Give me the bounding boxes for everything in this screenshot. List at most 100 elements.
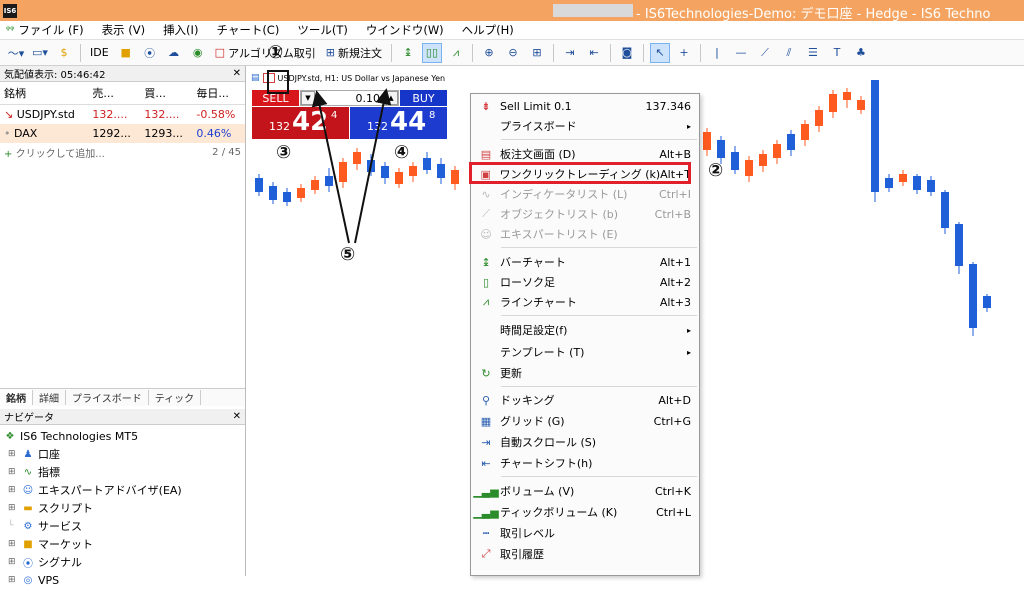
add-symbol-row[interactable]: + クリックして追加... 2 / 45 [0,143,245,162]
menu-item-price-board[interactable]: プライスボード ▸ [471,116,699,136]
text-icon[interactable]: T [827,43,847,63]
menu-item-trade-levels[interactable]: ┅ 取引レベル [471,523,699,543]
menu-item-grid[interactable]: ▦ グリッド (G) Ctrl+G [471,411,699,431]
chart-type-icon[interactable]: 〜▾ [6,43,26,63]
grid-icon[interactable]: ⊞ [527,43,547,63]
menu-item-autoscroll[interactable]: ⇥ 自動スクロール (S) [471,432,699,452]
fibonacci-icon[interactable]: ☰ [803,43,823,63]
navigator-item-vps[interactable]: ⊞ ◎ VPS [0,571,245,589]
column-header[interactable]: 売... [88,82,141,105]
ide-button[interactable]: IDE [87,43,112,63]
menu-item-chart-shift[interactable]: ⇤ チャートシフト(h) [471,453,699,473]
candle-chart-icon[interactable]: ▯▯ [421,42,442,63]
menu-item-timeframes[interactable]: 時間足設定(f) ▸ [471,320,699,340]
menu-item-object-list[interactable]: ⟋ オブジェクトリスト (b) Ctrl+B [471,204,699,224]
zoom-in-icon[interactable]: ⊕ [479,43,499,63]
menu-item-indicator-list[interactable]: ∿ インディケータリスト (L) Ctrl+I [471,184,699,204]
bar-chart-icon[interactable]: ↨ [398,43,418,63]
expand-icon[interactable]: ⊞ [8,449,18,459]
menu-help[interactable]: ヘルプ(H) [453,22,523,38]
menu-file[interactable]: ᵠᵠ ファイル (F) [4,22,93,38]
cloud-icon[interactable]: ☁ [164,43,184,63]
expand-icon[interactable]: ⊞ [8,539,18,549]
vertical-line-icon[interactable]: | [707,43,727,63]
new-chart-icon[interactable]: ▭▾ [30,43,50,63]
menu-tools[interactable]: ツール(T) [288,22,357,38]
candle [423,152,431,174]
navigator-item-services[interactable]: └ ⚙ サービス [0,517,245,535]
crosshair-icon[interactable]: + [674,43,694,63]
buy-button[interactable]: BUY [400,90,447,106]
menu-item-candlestick[interactable]: ▯ ローソク足 Alt+2 [471,272,699,292]
sell-price-button[interactable]: 132 42 4 [252,107,349,139]
menu-window[interactable]: ウインドウ(W) [357,22,453,38]
navigator-item-market[interactable]: ⊞ ■ マーケット [0,535,245,553]
new-order-button[interactable]: ⊞ 新規注文 [323,43,385,63]
down-arrow-icon: ↘ [4,107,14,121]
close-icon[interactable]: ✕ [233,68,241,79]
cursor-icon[interactable]: ↖ [649,42,670,63]
autoscroll-icon[interactable]: ⇥ [560,43,580,63]
menu-chart[interactable]: チャート(C) [207,22,288,38]
symbol-cell[interactable]: • DAX [0,124,88,143]
chart-shift-icon[interactable]: ⇤ [584,43,604,63]
candle-body [255,178,263,192]
menu-item-expert-list[interactable]: ☺ エキスパートリスト (E) [471,224,699,244]
navigator-item-accounts[interactable]: ⊞ ♟ 口座 [0,445,245,463]
table-row[interactable]: ↘ USDJPY.std 132.... 132.... -0.58% [0,105,245,124]
volume-up-icon[interactable]: ▲ [384,91,398,105]
shapes-icon[interactable]: ♣ [851,43,871,63]
column-header[interactable]: 銘柄 [0,82,89,105]
menu-item-docking[interactable]: ⚲ ドッキング Alt+D [471,390,699,410]
menu-item-sell-limit[interactable]: ⇟ Sell Limit 0.1 137.346 [471,96,699,116]
navigator-item-experts[interactable]: ⊞ ☺ エキスパートアドバイザ(EA) [0,481,245,499]
menu-item-depth-of-market[interactable]: ▤ 板注文画面 (D) Alt+B [471,144,699,164]
buy-price-button[interactable]: 132 44 8 [350,107,447,139]
tab-price-board[interactable]: プライスボード [66,390,149,405]
menu-item-tick-volume[interactable]: ▁▃▅ ティックボリューム (K) Ctrl+L [471,502,699,522]
menu-item-bar-chart[interactable]: ↨ バーチャート Alt+1 [471,252,699,272]
column-header[interactable]: 買... [140,82,193,105]
plus-icon: + [4,148,13,160]
channel-icon[interactable]: ⫽ [779,43,799,63]
screenshot-icon[interactable]: ◙ [617,43,637,63]
candle [843,88,851,108]
lock-icon[interactable]: ■ [116,43,136,63]
market-icon[interactable]: $ [54,43,74,63]
menu-item-template[interactable]: テンプレート (T) ▸ [471,342,699,362]
volume-stepper[interactable]: ▼ 0.10 ▲ [300,90,399,106]
menu-item-line-chart[interactable]: ⩘ ラインチャート Alt+3 [471,292,699,312]
zoom-out-icon[interactable]: ⊖ [503,43,523,63]
expand-icon[interactable]: ⊞ [8,485,18,495]
close-icon[interactable]: ✕ [233,411,241,422]
algo-trading-button[interactable]: □ アルゴリズム取引 [212,43,319,63]
tab-symbols[interactable]: 銘柄 [0,390,33,405]
volume-input[interactable]: 0.10 [315,92,384,105]
volume-down-icon[interactable]: ▼ [301,91,315,105]
navigator-root[interactable]: ❖ IS6 Technologies MT5 [0,427,245,445]
expand-icon[interactable]: ⊞ [8,467,18,477]
signal-icon[interactable]: ⦿ [140,43,160,63]
annotation-3: ③ [276,142,292,163]
expand-icon[interactable]: ⊞ [8,503,18,513]
menu-view[interactable]: 表示 (V) [93,22,155,38]
table-row[interactable]: • DAX 1292... 1293... 0.46% [0,123,245,143]
menu-item-trade-history[interactable]: ⤢ 取引履歴 [471,544,699,564]
menu-item-volume[interactable]: ▁▃▅ ボリューム (V) Ctrl+K [471,481,699,501]
symbol-cell[interactable]: ↘ USDJPY.std [0,105,88,124]
tab-ticks[interactable]: ティック [149,390,202,405]
menu-insert[interactable]: 挿入(I) [154,22,207,38]
annotation-1-target-icon[interactable]: ◉ [188,43,208,63]
tab-details[interactable]: 詳細 [33,390,66,405]
horizontal-line-icon[interactable]: — [731,43,751,63]
navigator-item-scripts[interactable]: ⊞ ▬ スクリプト [0,499,245,517]
navigator-item-indicators[interactable]: ⊞ ∿ 指標 [0,463,245,481]
navigator-item-signals[interactable]: ⊞ ⦿ シグナル [0,553,245,571]
expand-icon[interactable]: ⊞ [8,575,18,585]
line-chart-icon[interactable]: ⩘ [446,43,466,63]
expand-icon[interactable]: ⊞ [8,557,18,567]
trendline-icon[interactable]: ⟋ [755,43,775,63]
chart-menu-icon[interactable]: ▤ [251,73,260,83]
column-header[interactable]: 毎日... [192,82,245,105]
menu-item-refresh[interactable]: ↻ 更新 [471,363,699,383]
